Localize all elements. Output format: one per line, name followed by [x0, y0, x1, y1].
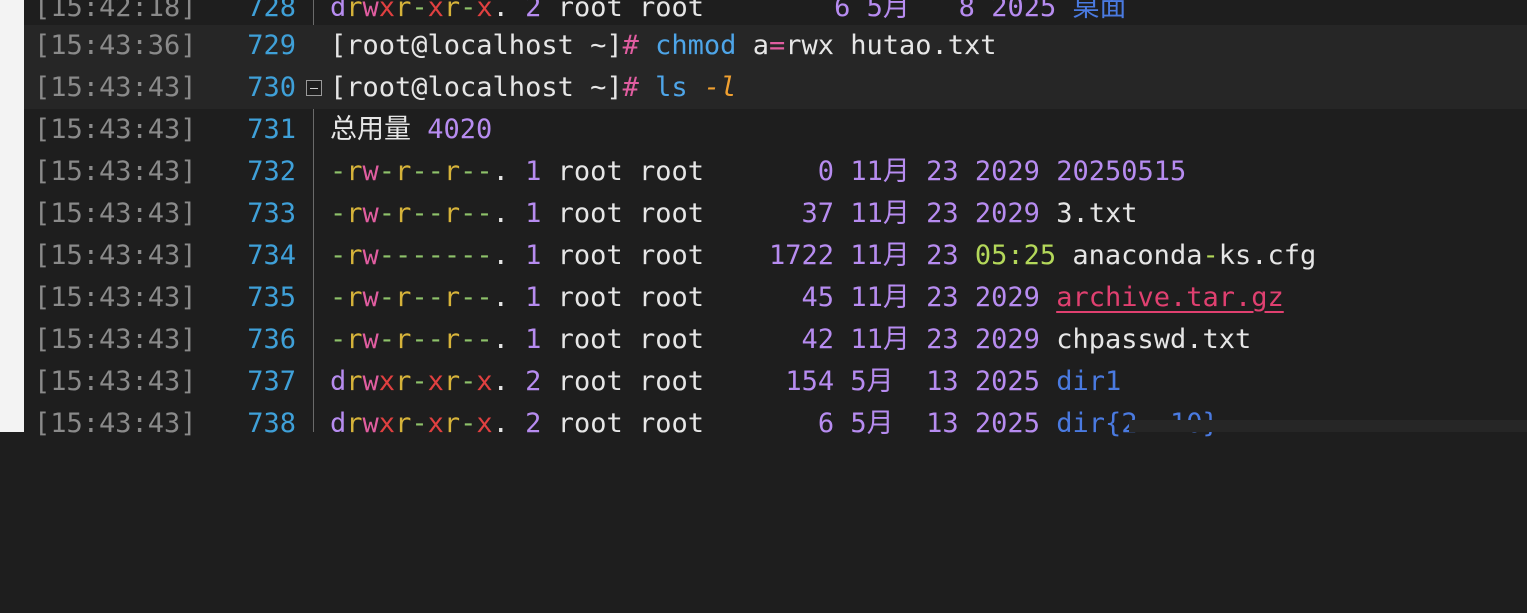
line-number: 738 [247, 408, 296, 439]
timestamp: [15:43:43] [34, 366, 197, 397]
command-line: [root@localhost ~]# chmod a=rwx hutao.tx… [330, 30, 997, 61]
terminal-line: [15:43:43] 733 -rw-r--r--. 1 root root 3… [24, 193, 1527, 235]
line-number: 731 [247, 114, 296, 145]
terminal-line: [15:43:43] 737 drwxr-xr-x. 2 root root 1… [24, 361, 1527, 403]
archive-link[interactable]: archive.tar.gz [1056, 282, 1284, 313]
line-content: drwxr-xr-x. 2 root root 154 5月 13 2025 d… [330, 366, 1122, 397]
line-content: -rw-------. 1 root root 1722 11月 23 05:2… [330, 240, 1317, 271]
line-content: drwxr-xr-x. 2 root root 6 5月 13 2025 dir… [330, 408, 1219, 439]
line-number: 736 [247, 324, 296, 355]
terminal-line: [15:43:43] 735 -rw-r--r--. 1 root root 4… [24, 277, 1527, 319]
timestamp: [15:43:36] [34, 30, 197, 61]
line-number: 734 [247, 240, 296, 271]
timestamp: [15:43:43] [34, 114, 197, 145]
terminal-line: [15:43:43] 730 [root@localhost ~]# ls -l [24, 67, 1527, 109]
horizontal-scrollbar[interactable] [1129, 420, 1527, 432]
line-number: 732 [247, 156, 296, 187]
terminal-view[interactable]: [15:42:18] 728 drwxr-xr-x. 2 root root 6… [24, 0, 1527, 439]
line-number: 733 [247, 198, 296, 229]
terminal-line: [15:43:43] 731 总用量 4020 [24, 109, 1527, 151]
line-number: 730 [247, 72, 296, 103]
timestamp: [15:43:43] [34, 198, 197, 229]
timestamp: [15:43:43] [34, 156, 197, 187]
timestamp: [15:43:43] [34, 282, 197, 313]
terminal-line: [15:43:36] 729 [root@localhost ~]# chmod… [24, 25, 1527, 67]
line-number: 737 [247, 366, 296, 397]
timestamp: [15:43:43] [34, 408, 197, 439]
window-left-edge [0, 0, 24, 432]
timestamp: [15:43:43] [34, 324, 197, 355]
command-line: [root@localhost ~]# ls -l [330, 72, 737, 103]
line-content: -rw-r--r--. 1 root root 45 11月 23 2029 a… [330, 282, 1284, 313]
fold-toggle-icon[interactable] [306, 80, 322, 96]
line-number: 735 [247, 282, 296, 313]
timestamp: [15:43:43] [34, 240, 197, 271]
line-content: -rw-r--r--. 1 root root 42 11月 23 2029 c… [330, 324, 1252, 355]
line-content: -rw-r--r--. 1 root root 37 11月 23 2029 3… [330, 198, 1138, 229]
line-content: -rw-r--r--. 1 root root 0 11月 23 2029 20… [330, 156, 1187, 187]
timestamp: [15:43:43] [34, 72, 197, 103]
terminal-line: [15:43:43] 732 -rw-r--r--. 1 root root 0… [24, 151, 1527, 193]
terminal-line: [15:43:43] 736 -rw-r--r--. 1 root root 4… [24, 319, 1527, 361]
terminal-line: [15:43:43] 734 -rw-------. 1 root root 1… [24, 235, 1527, 277]
line-number: 729 [247, 30, 296, 61]
line-content: 总用量 4020 [330, 114, 493, 145]
